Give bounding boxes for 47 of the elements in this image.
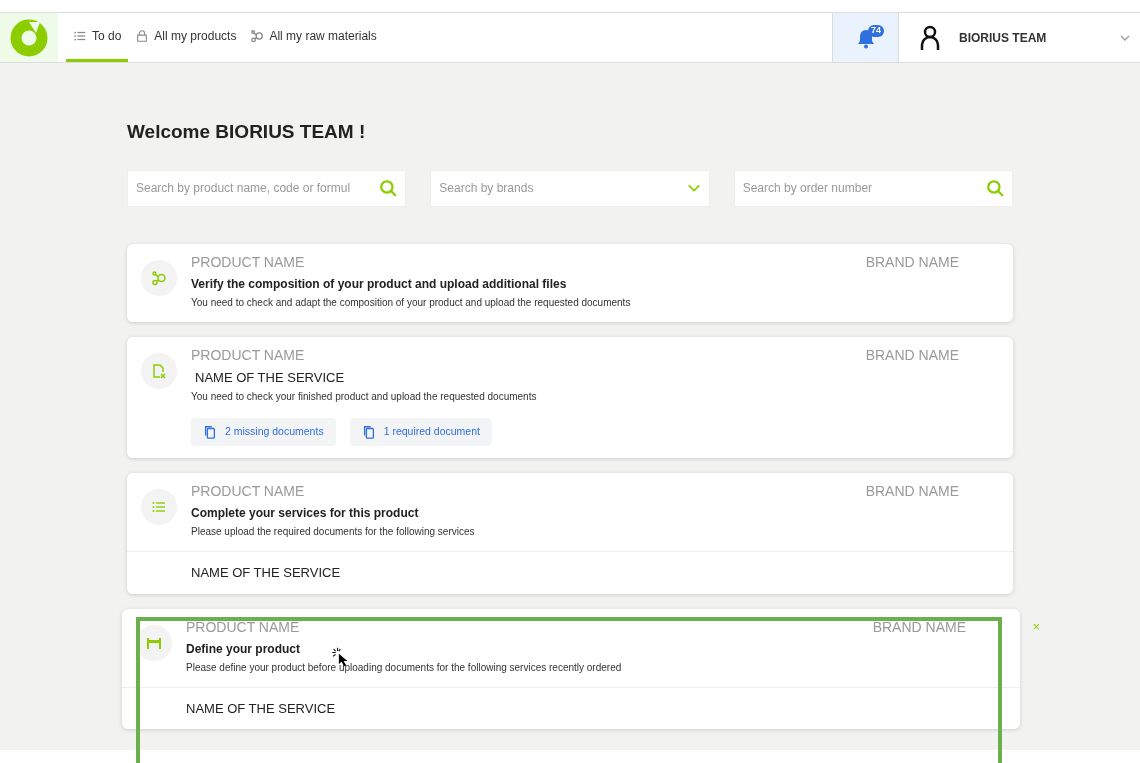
service-row[interactable]: NAME OF THE SERVICE <box>127 551 1013 594</box>
molecule-icon <box>250 29 265 43</box>
nav-tab[interactable]: To do <box>66 13 129 62</box>
task-title: Complete your services for this product <box>191 505 419 523</box>
documents-button[interactable]: 2 missing documents <box>191 418 336 447</box>
task-description: You need to check and adapt the composition of your product and upload the requested documents <box>191 295 631 310</box>
brand-select[interactable]: Search by brands <box>439 179 687 198</box>
task-description: Please upload the required documents for the following services <box>191 525 475 540</box>
product-name: PRODUCT NAME <box>191 252 306 272</box>
brand-name: BRAND NAME <box>865 252 959 272</box>
welcome-heading: Welcome BIORIUS TEAM ! <box>127 121 367 144</box>
search-field[interactable]: Search by product name, code or formul <box>136 179 380 198</box>
brand-select[interactable]: Search by brands <box>430 169 710 207</box>
task-title: NAME OF THE SERVICE <box>194 368 345 387</box>
search-icon <box>986 179 1004 198</box>
search-field[interactable]: Search by order number <box>742 179 986 198</box>
documents-icon <box>361 425 376 440</box>
brand-name: BRAND NAME <box>865 345 959 365</box>
product-name: PRODUCT NAME <box>191 482 306 502</box>
task-description: You need to check your finished product and upload the requested documents <box>191 390 537 405</box>
brand-name: BRAND NAME <box>865 482 959 502</box>
bag-icon <box>135 29 150 43</box>
product-name: PRODUCT NAME <box>191 345 306 365</box>
nav-tab[interactable]: All my raw materials <box>243 13 384 62</box>
notification-count: 74 <box>868 25 884 37</box>
documents-button[interactable]: 1 required document <box>349 418 492 447</box>
chevron-down-icon <box>1120 34 1130 41</box>
documents-icon <box>203 425 217 440</box>
task-title: Define your product <box>186 640 300 658</box>
file-x-icon <box>151 362 167 379</box>
logo-icon[interactable] <box>10 18 48 57</box>
service-row[interactable]: NAME OF THE SERVICE <box>122 686 1020 730</box>
task-card[interactable]: PRODUCT NAME Complete your services for this product Please upload the required documents for the following services BRAND NAME NAME OF THE SERVICE <box>127 473 1013 594</box>
user-icon <box>919 24 941 51</box>
task-card[interactable]: PRODUCT NAME NAME OF THE SERVICE You need to check your finished product and upload the requested documents 2 missing documents 1 required document BRAND NAME <box>127 336 1013 459</box>
product-name: PRODUCT NAME <box>186 617 301 637</box>
search-icon <box>379 179 398 198</box>
nav-tab[interactable]: All my products <box>128 13 244 62</box>
task-description: Please define your product before uploading documents for the following services recently ordered <box>186 660 622 675</box>
list-icon <box>73 29 87 43</box>
search-field[interactable]: Search by order number <box>733 169 1013 207</box>
search-field[interactable]: Search by product name, code or formul <box>127 169 407 207</box>
task-card[interactable]: PRODUCT NAME Verify the composition of your product and upload additional files You need to check and adapt the composition of your product and upload the requested documents BRAND NAME <box>127 243 1013 322</box>
molecule-icon <box>151 269 167 286</box>
brand-name: BRAND NAME <box>872 617 966 637</box>
task-title: Verify the composition of your product and upload additional files <box>191 275 567 293</box>
notifications-button[interactable]: 74 <box>832 13 898 62</box>
